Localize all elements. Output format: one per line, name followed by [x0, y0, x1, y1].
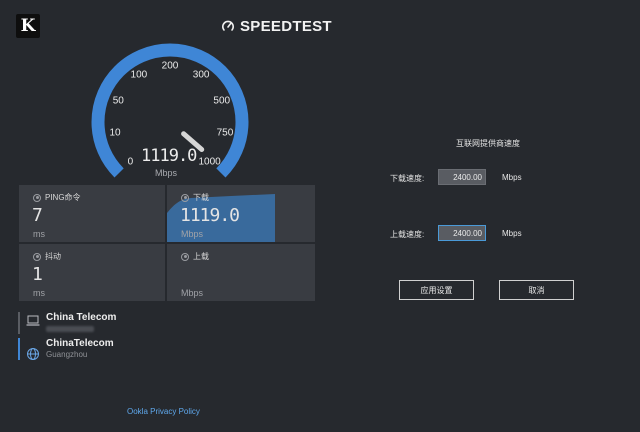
privacy-policy-link[interactable]: Ookla Privacy Policy: [127, 407, 200, 416]
download-speed-input[interactable]: [438, 169, 486, 185]
laptop-icon: [26, 315, 40, 326]
ping-unit: ms: [33, 229, 45, 239]
download-speed-unit: Mbps: [502, 173, 522, 182]
gauge-tick-300: 300: [192, 69, 210, 81]
upload-speed-label: 上载速度:: [390, 230, 425, 239]
redacted-ip: [46, 325, 94, 332]
upload-speed-unit: Mbps: [502, 229, 522, 238]
gauge-tick-500: 500: [213, 95, 231, 107]
upload-speed-input[interactable]: [438, 225, 486, 241]
isp-ip: [46, 324, 94, 333]
upload-unit: Mbps: [181, 288, 204, 298]
gauge-speed-unit: Mbps: [155, 168, 178, 178]
jitter-value: 1: [32, 264, 43, 285]
server-location: Guangzhou: [46, 350, 88, 359]
test-server[interactable]: ChinaTelecom Guangzhou: [18, 338, 218, 362]
isp-server[interactable]: China Telecom: [18, 312, 218, 336]
ping-value: 7: [32, 205, 43, 226]
jitter-icon: [33, 252, 41, 261]
upload-card: 上载 Mbps: [167, 244, 315, 301]
gauge-tick-750: 750: [216, 127, 234, 139]
server-divider: [18, 312, 20, 334]
isp-name: China Telecom: [46, 312, 117, 323]
globe-icon: [27, 348, 39, 360]
gauge-tick-1000: 1000: [198, 156, 221, 168]
upload-icon: [181, 252, 189, 261]
server-name: ChinaTelecom: [46, 338, 114, 349]
ping-card: PING命令 7 ms: [19, 185, 165, 242]
gauge-speed-value: 1119.0: [141, 146, 197, 166]
speedometer-icon: [222, 20, 234, 31]
speedtest-brand: SPEEDTEST: [221, 16, 332, 36]
gauge-tick-200: 200: [161, 60, 179, 72]
download-icon: [181, 193, 189, 202]
upload-label: 上载: [193, 252, 209, 261]
jitter-unit: ms: [33, 288, 45, 298]
download-speed-label: 下载速度:: [390, 174, 425, 183]
cancel-button[interactable]: 取消: [499, 280, 574, 300]
jitter-label: 抖动: [45, 252, 61, 261]
download-card: 下载 1119.0 Mbps: [167, 185, 315, 242]
jitter-card: 抖动 1 ms: [19, 244, 165, 301]
server-selected-bar: [18, 338, 20, 360]
gauge-tick-100: 100: [130, 69, 148, 81]
gauge-tick-0: 0: [127, 156, 134, 168]
download-unit: Mbps: [181, 229, 204, 239]
brand-title: SPEEDTEST: [240, 17, 332, 35]
gauge-tick-50: 50: [112, 95, 124, 107]
app-logo: K: [16, 14, 40, 38]
apply-settings-button[interactable]: 应用设置: [399, 280, 474, 300]
ping-label: PING命令: [45, 193, 81, 202]
download-label: 下载: [193, 193, 209, 202]
gauge-tick-10: 10: [109, 127, 121, 139]
download-value: 1119.0: [180, 205, 240, 226]
isp-speed-title: 互联网提供商速度: [456, 139, 520, 148]
ping-icon: [33, 193, 41, 202]
